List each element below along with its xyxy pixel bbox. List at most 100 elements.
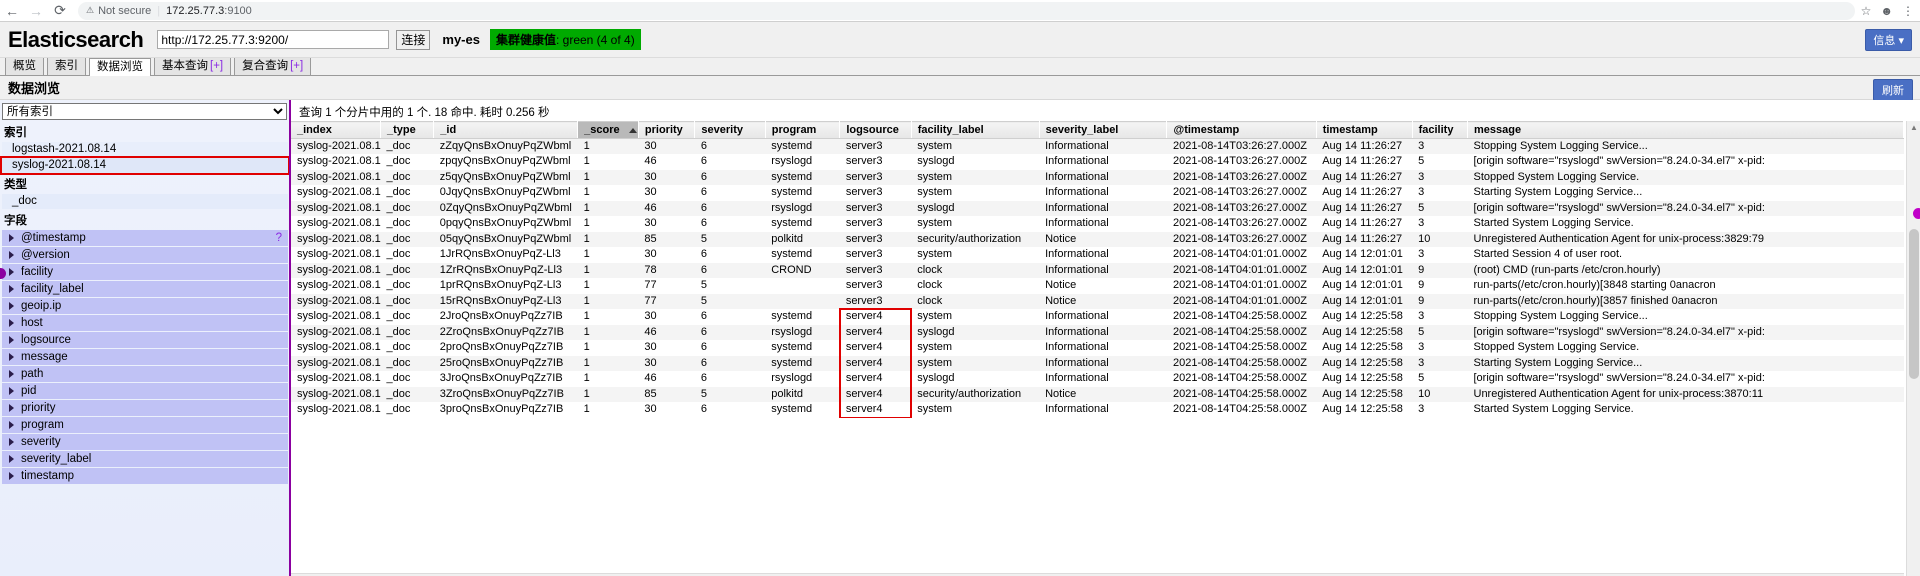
cell-severitylabel: Notice [1039, 293, 1167, 309]
sidebar-field-facility_label[interactable]: facility_label [2, 281, 288, 297]
cell-type: _doc [380, 355, 434, 371]
cell-timestamp: 2021-08-14T03:26:27.000Z [1166, 200, 1317, 216]
column-header-timestamp[interactable]: timestamp [1316, 121, 1413, 139]
column-header-severity[interactable]: severity [694, 121, 766, 139]
table-row[interactable]: syslog-2021.08.14 _doc 05qyQnsBxOnuyPqZWbm… [291, 231, 1904, 247]
cell-timestamp: Aug 14 11:26:27 [1316, 138, 1413, 154]
cell-facility: 3 [1412, 169, 1468, 185]
cell-score: 1 [577, 309, 639, 325]
sidebar-field-timestamp[interactable]: timestamp [2, 468, 288, 484]
table-row[interactable]: syslog-2021.08.14 _doc 0JqyQnsBxOnuyPqZWbm… [291, 185, 1904, 201]
expand-triangle-icon[interactable] [9, 302, 14, 310]
field-label: severity [21, 436, 61, 448]
sidebar-field-geoipip[interactable]: geoip.ip [2, 298, 288, 314]
column-header-program[interactable]: program [765, 121, 841, 139]
tab-indices[interactable]: 索引 [47, 57, 86, 75]
sidebar-item-index-syslog[interactable]: syslog-2021.08.14 [0, 156, 289, 175]
sidebar-field-priority[interactable]: priority [2, 400, 288, 416]
column-header-logsource[interactable]: logsource [839, 121, 912, 139]
table-row[interactable]: syslog-2021.08.14 _doc 1prRQnsBxOnuyPqZ-Ll… [291, 278, 1904, 294]
cell-message: Unregistered Authentication Agent for un… [1467, 386, 1904, 402]
column-header-type[interactable]: _type [380, 121, 435, 139]
tab-basic-query[interactable]: 基本查询 [+] [154, 57, 232, 75]
expand-triangle-icon[interactable] [9, 455, 14, 463]
cell-message: [origin software="rsyslogd" swVersion="8… [1467, 324, 1904, 340]
expand-triangle-icon[interactable] [9, 319, 14, 327]
sidebar-field-timestamp[interactable]: @timestamp? [2, 230, 288, 246]
vertical-scroll-thumb[interactable] [1909, 229, 1919, 379]
expand-triangle-icon[interactable] [9, 268, 14, 276]
expand-triangle-icon[interactable] [9, 353, 14, 361]
expand-triangle-icon[interactable] [9, 336, 14, 344]
table-row[interactable]: syslog-2021.08.14 _doc z5qyQnsBxOnuyPqZWbm… [291, 169, 1904, 185]
column-header-priority[interactable]: priority [638, 121, 696, 139]
expand-triangle-icon[interactable] [9, 421, 14, 429]
tab-overview[interactable]: 概览 [5, 57, 44, 75]
vertical-scrollbar[interactable]: ▲ ▼ [1906, 121, 1920, 576]
column-header-severitylabel[interactable]: severity_label [1039, 121, 1168, 139]
cell-index: syslog-2021.08.14 [291, 200, 381, 216]
table-row[interactable]: syslog-2021.08.14 _doc 15rRQnsBxOnuyPqZ-Ll… [291, 293, 1904, 309]
column-header-score[interactable]: _score [577, 121, 639, 139]
table-row[interactable]: syslog-2021.08.14 _doc 2ZroQnsBxOnuyPqZz7I… [291, 324, 1904, 340]
table-row[interactable]: syslog-2021.08.14 _doc 3proQnsBxOnuyPqZz7I… [291, 402, 1904, 418]
field-help-icon[interactable]: ? [276, 230, 288, 246]
address-bar[interactable]: ⚠ Not secure | 172.25.77.3:9100 [78, 1, 1855, 20]
expand-triangle-icon[interactable] [9, 285, 14, 293]
tab-data-browser[interactable]: 数据浏览 [89, 58, 151, 76]
cell-score: 1 [577, 185, 639, 201]
sidebar-field-facility[interactable]: facility [2, 264, 288, 280]
sidebar-field-path[interactable]: path [2, 366, 288, 382]
table-row[interactable]: syslog-2021.08.14 _doc 1ZrRQnsBxOnuyPqZ-Ll… [291, 262, 1904, 278]
profile-avatar-icon[interactable]: ☻ [1880, 4, 1893, 18]
sidebar-field-host[interactable]: host [2, 315, 288, 331]
sidebar-item-index-logstash[interactable]: logstash-2021.08.14 [2, 142, 288, 157]
table-row[interactable]: syslog-2021.08.14 _doc zpqyQnsBxOnuyPqZWbm… [291, 154, 1904, 170]
expand-triangle-icon[interactable] [9, 234, 14, 242]
scroll-up-arrow-icon[interactable]: ▲ [1910, 123, 1918, 132]
sidebar-field-logsource[interactable]: logsource [2, 332, 288, 348]
panel-resize-handle-right[interactable] [1913, 208, 1920, 219]
tab-composite-query[interactable]: 复合查询 [+] [234, 57, 312, 75]
sidebar-field-message[interactable]: message [2, 349, 288, 365]
table-row[interactable]: syslog-2021.08.14 _doc 3ZroQnsBxOnuyPqZz7I… [291, 386, 1904, 402]
expand-triangle-icon[interactable] [9, 472, 14, 480]
expand-triangle-icon[interactable] [9, 251, 14, 259]
column-header-timestamp[interactable]: @timestamp [1166, 121, 1317, 139]
table-row[interactable]: syslog-2021.08.14 _doc 2proQnsBxOnuyPqZz7I… [291, 340, 1904, 356]
reload-icon[interactable]: ⟳ [48, 1, 72, 21]
sidebar-field-severity[interactable]: severity [2, 434, 288, 450]
column-header-index[interactable]: _index [291, 121, 382, 139]
sidebar-item-type-doc[interactable]: _doc [2, 194, 288, 209]
table-row[interactable]: syslog-2021.08.14 _doc 1JrRQnsBxOnuyPqZ-Ll… [291, 247, 1904, 263]
cell-timestamp: 2021-08-14T03:26:27.000Z [1166, 185, 1317, 201]
sidebar-field-severity_label[interactable]: severity_label [2, 451, 288, 467]
column-header-facility[interactable]: facility [1412, 121, 1469, 139]
column-header-facilitylabel[interactable]: facility_label [911, 121, 1040, 139]
back-arrow-icon[interactable]: ← [0, 1, 24, 21]
refresh-button[interactable]: 刷新 [1873, 79, 1913, 101]
table-row[interactable]: syslog-2021.08.14 _doc 3JroQnsBxOnuyPqZz7I… [291, 371, 1904, 387]
cell-index: syslog-2021.08.14 [291, 355, 381, 371]
column-header-message[interactable]: message [1467, 121, 1904, 139]
table-row[interactable]: syslog-2021.08.14 _doc 0pqyQnsBxOnuyPqZWbm… [291, 216, 1904, 232]
expand-triangle-icon[interactable] [9, 370, 14, 378]
table-row[interactable]: syslog-2021.08.14 _doc 2JroQnsBxOnuyPqZz7I… [291, 309, 1904, 325]
sidebar-field-program[interactable]: program [2, 417, 288, 433]
expand-triangle-icon[interactable] [9, 438, 14, 446]
kebab-menu-icon[interactable]: ⋮ [1902, 4, 1914, 18]
table-row[interactable]: syslog-2021.08.14 _doc zZqyQnsBxOnuyPqZWbm… [291, 138, 1904, 154]
expand-triangle-icon[interactable] [9, 404, 14, 412]
cell-program: systemd [765, 216, 840, 232]
table-row[interactable]: syslog-2021.08.14 _doc 0ZqyQnsBxOnuyPqZWbm… [291, 200, 1904, 216]
sidebar-field-version[interactable]: @version [2, 247, 288, 263]
expand-triangle-icon[interactable] [9, 387, 14, 395]
connect-button[interactable]: 连接 [396, 29, 431, 50]
column-header-id[interactable]: _id [433, 121, 579, 139]
index-filter-select[interactable]: 所有索引logstash-2021.08.14syslog-2021.08.14 [2, 103, 287, 120]
bookmark-star-icon[interactable]: ☆ [1861, 4, 1872, 18]
table-row[interactable]: syslog-2021.08.14 _doc 25roQnsBxOnuyPqZz7I… [291, 355, 1904, 371]
sidebar-field-pid[interactable]: pid [2, 383, 288, 399]
cluster-url-input[interactable] [157, 30, 390, 49]
info-menu-button[interactable]: 信息 ▾ [1865, 29, 1912, 51]
